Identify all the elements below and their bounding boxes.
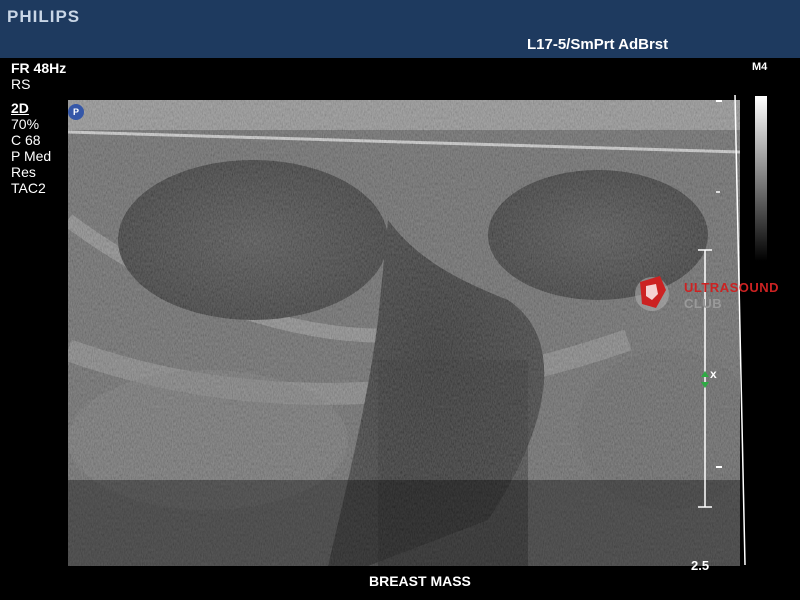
probe-label: L17-5/SmPrt AdBrst	[527, 36, 669, 53]
caliper-label: x	[710, 367, 717, 381]
persistence-value: P Med	[11, 148, 52, 164]
header-bar: PHILIPS L17-5/SmPrt AdBrst	[0, 0, 800, 58]
focus-marker: P	[68, 104, 84, 120]
watermark-subtext: CLUB	[684, 296, 723, 311]
ultrasound-club-icon	[635, 276, 669, 311]
image-caption: BREAST MASS	[369, 573, 471, 589]
compression-value: C 68	[11, 132, 41, 148]
map-label: M4	[752, 61, 768, 73]
tac-value: TAC2	[11, 180, 46, 196]
frame-rate: FR 48Hz	[11, 60, 67, 76]
depth-scale	[698, 95, 746, 566]
ultrasound-image	[68, 100, 740, 566]
watermark-text: ULTRASOUND	[684, 280, 780, 295]
resolution-value: Res	[11, 164, 36, 180]
depth-value: 2.5	[691, 558, 710, 573]
mode-rs: RS	[11, 76, 31, 92]
brand-logo: PHILIPS	[7, 7, 81, 26]
watermark-logo: ULTRASOUND CLUB	[628, 272, 788, 316]
mode-2d: 2D	[11, 100, 29, 116]
gain-value: 70%	[11, 116, 40, 132]
imaging-parameters: FR 48Hz RS 2D 70% C 68 P Med Res TAC2	[11, 60, 66, 196]
